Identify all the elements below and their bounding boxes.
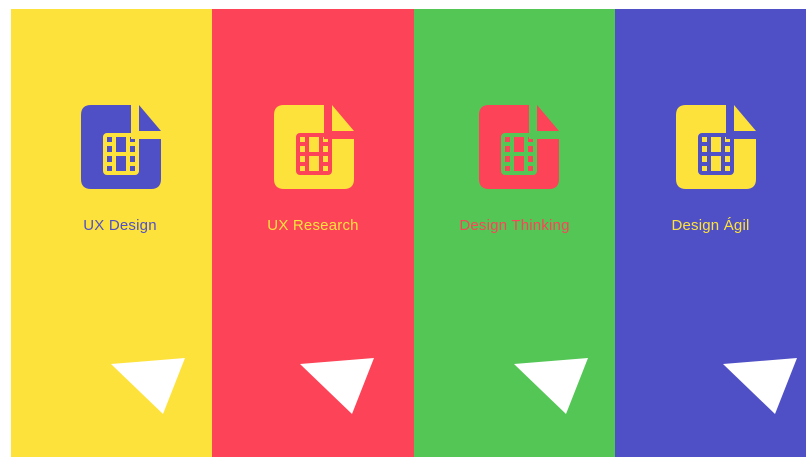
- panel-design-thinking[interactable]: Design Thinking: [414, 9, 615, 457]
- video-file-icon[interactable]: [676, 105, 756, 189]
- cursor-arrow-icon[interactable]: [514, 358, 588, 414]
- course-panels: UX Design UX Research Design Thinking De…: [11, 9, 806, 457]
- cursor-arrow-icon[interactable]: [111, 358, 185, 414]
- panel-ux-research[interactable]: UX Research: [212, 9, 414, 457]
- panel-label: UX Design: [83, 217, 157, 234]
- cursor-arrow-icon[interactable]: [300, 358, 374, 414]
- video-file-icon[interactable]: [479, 105, 559, 189]
- cursor-arrow-icon[interactable]: [723, 358, 797, 414]
- panel-design-agil[interactable]: Design Ágil: [615, 9, 806, 457]
- video-file-icon[interactable]: [274, 105, 354, 189]
- panel-label: Design Ágil: [671, 217, 750, 234]
- panel-label: Design Thinking: [459, 217, 570, 234]
- panel-ux-design[interactable]: UX Design: [11, 9, 212, 457]
- panel-label: UX Research: [267, 217, 359, 234]
- video-file-icon[interactable]: [81, 105, 161, 189]
